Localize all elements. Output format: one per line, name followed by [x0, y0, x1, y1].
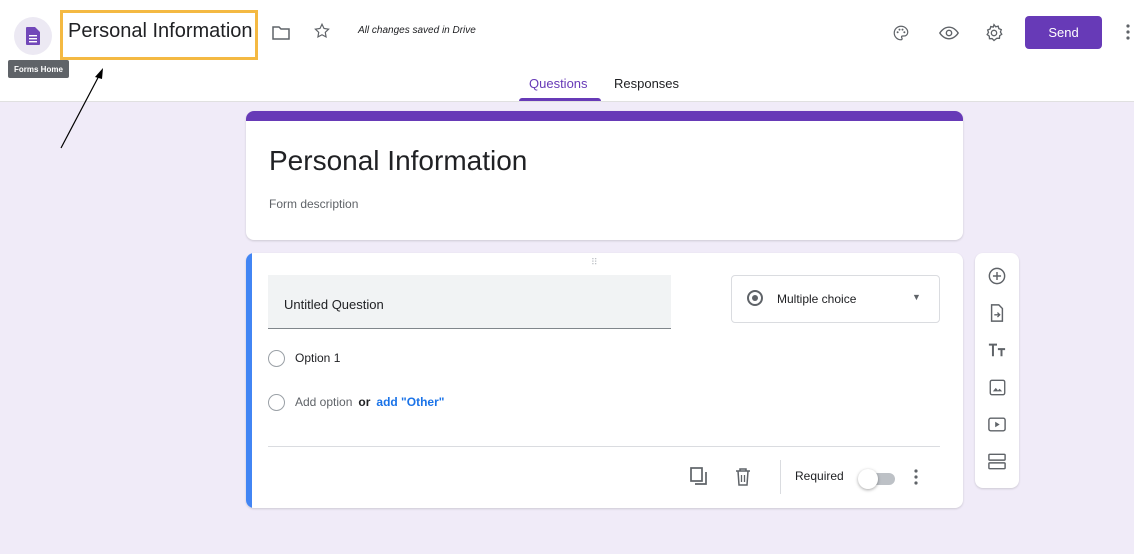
- question-title-field[interactable]: Untitled Question: [268, 275, 671, 329]
- option-row[interactable]: Option 1: [268, 347, 340, 369]
- form-title[interactable]: Personal Information: [269, 145, 527, 177]
- radio-unchecked-icon: [268, 393, 285, 411]
- document-title[interactable]: Personal Information: [68, 20, 253, 43]
- active-card-indicator: [246, 253, 252, 508]
- footer-separator: [780, 460, 781, 494]
- active-tab-indicator: [519, 98, 601, 101]
- more-vert-icon[interactable]: [1122, 20, 1134, 44]
- eye-icon[interactable]: [938, 22, 960, 44]
- star-icon[interactable]: [311, 20, 333, 42]
- radio-unchecked-icon: [268, 349, 285, 367]
- option-label[interactable]: Option 1: [295, 351, 340, 365]
- question-type-dropdown[interactable]: Multiple choice ▼: [731, 275, 940, 323]
- annotation-arrow-icon: [60, 68, 103, 149]
- palette-icon[interactable]: [890, 22, 912, 44]
- accent-bar: [246, 111, 963, 121]
- question-type-label: Multiple choice: [777, 292, 857, 306]
- trash-icon[interactable]: [731, 465, 755, 489]
- form-title-card[interactable]: Personal Information Form description: [246, 111, 963, 240]
- gear-icon[interactable]: [982, 21, 1006, 45]
- question-title[interactable]: Untitled Question: [284, 297, 384, 312]
- drag-handle-icon[interactable]: ⠿: [591, 257, 599, 268]
- send-button[interactable]: Send: [1025, 16, 1102, 49]
- add-question-icon[interactable]: [985, 264, 1009, 288]
- add-image-icon[interactable]: [985, 375, 1009, 399]
- add-title-icon[interactable]: [985, 338, 1009, 362]
- duplicate-icon[interactable]: [687, 465, 711, 489]
- or-text: or: [358, 395, 371, 409]
- save-status: All changes saved in Drive: [358, 25, 476, 36]
- question-card[interactable]: ⠿ Untitled Question Multiple choice ▼ Op…: [246, 253, 963, 508]
- tab-questions[interactable]: Questions: [529, 76, 588, 91]
- required-label: Required: [795, 469, 844, 483]
- add-other-link[interactable]: add "Other": [376, 395, 444, 409]
- chevron-down-icon: ▼: [912, 292, 921, 302]
- forms-logo-icon[interactable]: [14, 17, 52, 55]
- add-option-link[interactable]: Add option: [295, 395, 352, 409]
- app-header: Forms Home Personal Information All chan…: [0, 0, 1134, 102]
- add-section-icon[interactable]: [985, 449, 1009, 473]
- folder-icon[interactable]: [270, 22, 292, 44]
- tab-responses[interactable]: Responses: [614, 76, 679, 91]
- add-option-row: Add option or add "Other": [268, 391, 444, 413]
- radio-checked-icon: [747, 290, 763, 306]
- add-video-icon[interactable]: [985, 412, 1009, 436]
- form-description-field[interactable]: Form description: [269, 197, 358, 211]
- footer-divider: [268, 446, 940, 447]
- form-tabs: Questions Responses: [0, 72, 1134, 102]
- more-options-icon[interactable]: [906, 465, 926, 489]
- required-toggle-knob[interactable]: [858, 469, 878, 489]
- side-toolbar: [975, 253, 1019, 488]
- import-questions-icon[interactable]: [985, 301, 1009, 325]
